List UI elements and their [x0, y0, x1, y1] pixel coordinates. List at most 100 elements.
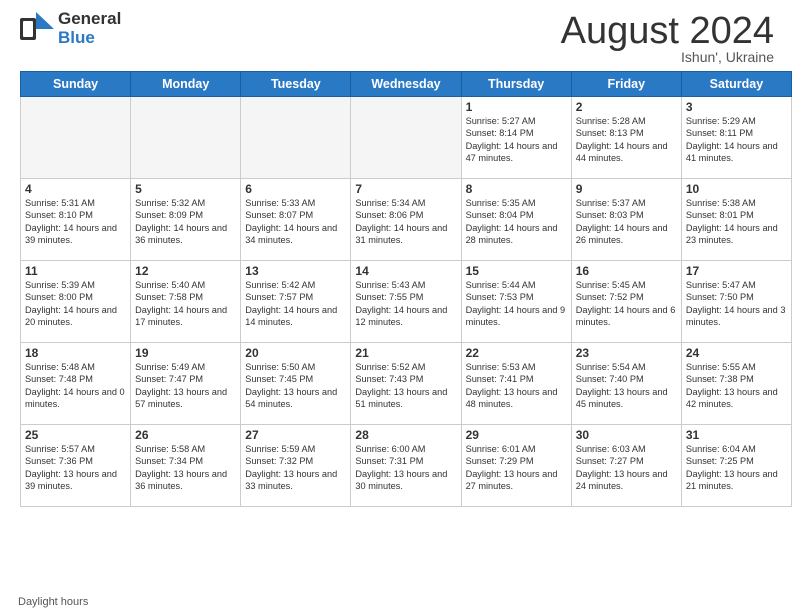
day-header-sunday: Sunday	[21, 72, 131, 97]
day-info-line: Daylight: 14 hours and 0 minutes.	[25, 386, 126, 411]
day-info-line: Sunset: 7:38 PM	[686, 373, 787, 385]
day-cell: 10Sunrise: 5:38 AMSunset: 8:01 PMDayligh…	[681, 179, 791, 261]
day-info-line: Sunset: 8:14 PM	[466, 127, 567, 139]
calendar-week-row: 18Sunrise: 5:48 AMSunset: 7:48 PMDayligh…	[21, 343, 792, 425]
day-info-line: Sunset: 7:40 PM	[576, 373, 677, 385]
day-info-line: Sunrise: 5:31 AM	[25, 197, 126, 209]
day-header-friday: Friday	[571, 72, 681, 97]
day-number: 30	[576, 428, 677, 442]
day-info-line: Sunset: 7:58 PM	[135, 291, 236, 303]
day-info-line: Daylight: 14 hours and 20 minutes.	[25, 304, 126, 329]
day-number: 15	[466, 264, 567, 278]
day-info-line: Sunset: 7:47 PM	[135, 373, 236, 385]
day-info-line: Sunset: 8:01 PM	[686, 209, 787, 221]
day-cell: 25Sunrise: 5:57 AMSunset: 7:36 PMDayligh…	[21, 425, 131, 507]
day-info-line: Daylight: 13 hours and 51 minutes.	[355, 386, 456, 411]
day-info-line: Daylight: 14 hours and 34 minutes.	[245, 222, 346, 247]
day-cell: 5Sunrise: 5:32 AMSunset: 8:09 PMDaylight…	[131, 179, 241, 261]
logo-blue: Blue	[58, 29, 121, 48]
day-number: 31	[686, 428, 787, 442]
day-info-line: Sunrise: 5:59 AM	[245, 443, 346, 455]
day-info-line: Daylight: 14 hours and 6 minutes.	[576, 304, 677, 329]
day-cell: 31Sunrise: 6:04 AMSunset: 7:25 PMDayligh…	[681, 425, 791, 507]
day-cell: 30Sunrise: 6:03 AMSunset: 7:27 PMDayligh…	[571, 425, 681, 507]
day-info-line: Sunrise: 6:04 AM	[686, 443, 787, 455]
day-info-line: Daylight: 14 hours and 47 minutes.	[466, 140, 567, 165]
day-info-line: Sunset: 7:45 PM	[245, 373, 346, 385]
day-cell: 2Sunrise: 5:28 AMSunset: 8:13 PMDaylight…	[571, 97, 681, 179]
day-info-line: Sunrise: 5:42 AM	[245, 279, 346, 291]
day-header-tuesday: Tuesday	[241, 72, 351, 97]
calendar-table: SundayMondayTuesdayWednesdayThursdayFrid…	[20, 71, 792, 507]
day-info-line: Sunset: 8:10 PM	[25, 209, 126, 221]
header: General Blue August 2024 Ishun', Ukraine	[0, 0, 792, 71]
day-cell: 16Sunrise: 5:45 AMSunset: 7:52 PMDayligh…	[571, 261, 681, 343]
day-info-line: Sunrise: 5:43 AM	[355, 279, 456, 291]
day-number: 22	[466, 346, 567, 360]
day-cell: 13Sunrise: 5:42 AMSunset: 7:57 PMDayligh…	[241, 261, 351, 343]
day-info-line: Sunrise: 5:37 AM	[576, 197, 677, 209]
day-header-wednesday: Wednesday	[351, 72, 461, 97]
day-number: 3	[686, 100, 787, 114]
day-info-line: Sunset: 8:06 PM	[355, 209, 456, 221]
day-number: 10	[686, 182, 787, 196]
calendar-week-row: 4Sunrise: 5:31 AMSunset: 8:10 PMDaylight…	[21, 179, 792, 261]
day-info-line: Sunrise: 5:33 AM	[245, 197, 346, 209]
day-info-line: Daylight: 13 hours and 30 minutes.	[355, 468, 456, 493]
calendar-week-row: 11Sunrise: 5:39 AMSunset: 8:00 PMDayligh…	[21, 261, 792, 343]
day-header-thursday: Thursday	[461, 72, 571, 97]
day-number: 24	[686, 346, 787, 360]
day-cell	[241, 97, 351, 179]
day-info-line: Daylight: 13 hours and 57 minutes.	[135, 386, 236, 411]
day-cell: 1Sunrise: 5:27 AMSunset: 8:14 PMDaylight…	[461, 97, 571, 179]
day-info-line: Daylight: 13 hours and 27 minutes.	[466, 468, 567, 493]
day-info-line: Daylight: 14 hours and 12 minutes.	[355, 304, 456, 329]
day-info-line: Sunrise: 6:00 AM	[355, 443, 456, 455]
day-info-line: Sunset: 7:27 PM	[576, 455, 677, 467]
day-info-line: Daylight: 14 hours and 17 minutes.	[135, 304, 236, 329]
day-number: 17	[686, 264, 787, 278]
day-info-line: Daylight: 14 hours and 39 minutes.	[25, 222, 126, 247]
day-cell: 14Sunrise: 5:43 AMSunset: 7:55 PMDayligh…	[351, 261, 461, 343]
day-number: 13	[245, 264, 346, 278]
day-info-line: Daylight: 14 hours and 41 minutes.	[686, 140, 787, 165]
day-cell: 11Sunrise: 5:39 AMSunset: 8:00 PMDayligh…	[21, 261, 131, 343]
logo: General Blue	[18, 10, 121, 48]
day-info-line: Sunrise: 5:29 AM	[686, 115, 787, 127]
day-info-line: Daylight: 13 hours and 42 minutes.	[686, 386, 787, 411]
day-cell: 20Sunrise: 5:50 AMSunset: 7:45 PMDayligh…	[241, 343, 351, 425]
day-info-line: Sunset: 7:29 PM	[466, 455, 567, 467]
day-number: 26	[135, 428, 236, 442]
day-info-line: Sunrise: 5:50 AM	[245, 361, 346, 373]
day-number: 23	[576, 346, 677, 360]
day-info-line: Sunset: 8:11 PM	[686, 127, 787, 139]
day-info-line: Sunrise: 5:34 AM	[355, 197, 456, 209]
day-number: 6	[245, 182, 346, 196]
day-info-line: Sunrise: 5:55 AM	[686, 361, 787, 373]
day-info-line: Sunrise: 5:38 AM	[686, 197, 787, 209]
day-info-line: Sunset: 7:53 PM	[466, 291, 567, 303]
day-info-line: Daylight: 14 hours and 44 minutes.	[576, 140, 677, 165]
day-info-line: Sunrise: 5:57 AM	[25, 443, 126, 455]
day-info-line: Sunrise: 5:52 AM	[355, 361, 456, 373]
day-cell: 15Sunrise: 5:44 AMSunset: 7:53 PMDayligh…	[461, 261, 571, 343]
day-number: 4	[25, 182, 126, 196]
day-number: 20	[245, 346, 346, 360]
day-number: 5	[135, 182, 236, 196]
day-cell: 6Sunrise: 5:33 AMSunset: 8:07 PMDaylight…	[241, 179, 351, 261]
day-info-line: Daylight: 14 hours and 28 minutes.	[466, 222, 567, 247]
day-info-line: Sunrise: 5:54 AM	[576, 361, 677, 373]
day-number: 18	[25, 346, 126, 360]
day-info-line: Daylight: 14 hours and 3 minutes.	[686, 304, 787, 329]
day-info-line: Sunset: 8:13 PM	[576, 127, 677, 139]
day-info-line: Sunset: 7:50 PM	[686, 291, 787, 303]
day-info-line: Sunset: 8:09 PM	[135, 209, 236, 221]
day-cell: 3Sunrise: 5:29 AMSunset: 8:11 PMDaylight…	[681, 97, 791, 179]
day-cell: 19Sunrise: 5:49 AMSunset: 7:47 PMDayligh…	[131, 343, 241, 425]
day-info-line: Sunrise: 5:47 AM	[686, 279, 787, 291]
day-info-line: Daylight: 14 hours and 14 minutes.	[245, 304, 346, 329]
day-cell: 27Sunrise: 5:59 AMSunset: 7:32 PMDayligh…	[241, 425, 351, 507]
calendar-week-row: 25Sunrise: 5:57 AMSunset: 7:36 PMDayligh…	[21, 425, 792, 507]
day-cell: 22Sunrise: 5:53 AMSunset: 7:41 PMDayligh…	[461, 343, 571, 425]
day-number: 14	[355, 264, 456, 278]
